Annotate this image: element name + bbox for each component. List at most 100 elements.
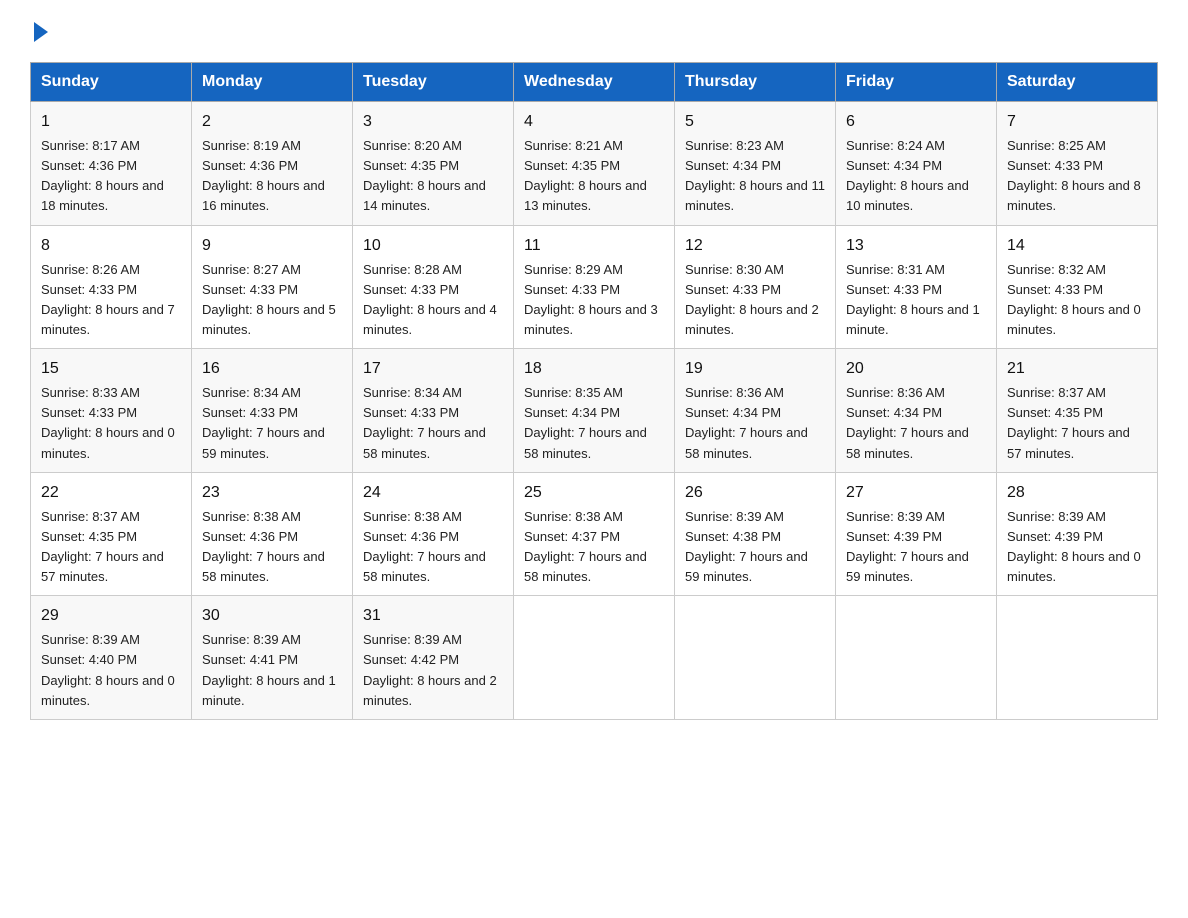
day-info: Sunrise: 8:23 AMSunset: 4:34 PMDaylight:…: [685, 136, 825, 217]
table-row: [514, 596, 675, 720]
day-number: 11: [524, 234, 664, 258]
table-row: 18Sunrise: 8:35 AMSunset: 4:34 PMDayligh…: [514, 349, 675, 473]
table-row: 29Sunrise: 8:39 AMSunset: 4:40 PMDayligh…: [31, 596, 192, 720]
day-number: 2: [202, 110, 342, 134]
day-number: 6: [846, 110, 986, 134]
table-row: 20Sunrise: 8:36 AMSunset: 4:34 PMDayligh…: [836, 349, 997, 473]
day-info: Sunrise: 8:39 AMSunset: 4:40 PMDaylight:…: [41, 630, 181, 711]
day-number: 22: [41, 481, 181, 505]
day-info: Sunrise: 8:36 AMSunset: 4:34 PMDaylight:…: [685, 383, 825, 464]
col-friday: Friday: [836, 63, 997, 102]
table-row: 12Sunrise: 8:30 AMSunset: 4:33 PMDayligh…: [675, 225, 836, 349]
table-row: 4Sunrise: 8:21 AMSunset: 4:35 PMDaylight…: [514, 102, 675, 226]
day-number: 30: [202, 604, 342, 628]
table-row: 13Sunrise: 8:31 AMSunset: 4:33 PMDayligh…: [836, 225, 997, 349]
day-info: Sunrise: 8:39 AMSunset: 4:42 PMDaylight:…: [363, 630, 503, 711]
table-row: 23Sunrise: 8:38 AMSunset: 4:36 PMDayligh…: [192, 472, 353, 596]
day-info: Sunrise: 8:39 AMSunset: 4:39 PMDaylight:…: [846, 507, 986, 588]
day-info: Sunrise: 8:24 AMSunset: 4:34 PMDaylight:…: [846, 136, 986, 217]
day-number: 15: [41, 357, 181, 381]
table-row: 30Sunrise: 8:39 AMSunset: 4:41 PMDayligh…: [192, 596, 353, 720]
day-info: Sunrise: 8:26 AMSunset: 4:33 PMDaylight:…: [41, 260, 181, 341]
logo: [30, 20, 50, 42]
day-number: 1: [41, 110, 181, 134]
day-number: 31: [363, 604, 503, 628]
day-number: 29: [41, 604, 181, 628]
table-row: 17Sunrise: 8:34 AMSunset: 4:33 PMDayligh…: [353, 349, 514, 473]
day-number: 21: [1007, 357, 1147, 381]
day-number: 23: [202, 481, 342, 505]
day-info: Sunrise: 8:30 AMSunset: 4:33 PMDaylight:…: [685, 260, 825, 341]
day-info: Sunrise: 8:38 AMSunset: 4:36 PMDaylight:…: [202, 507, 342, 588]
table-row: 26Sunrise: 8:39 AMSunset: 4:38 PMDayligh…: [675, 472, 836, 596]
day-info: Sunrise: 8:29 AMSunset: 4:33 PMDaylight:…: [524, 260, 664, 341]
calendar-table: Sunday Monday Tuesday Wednesday Thursday…: [30, 62, 1158, 720]
table-row: 28Sunrise: 8:39 AMSunset: 4:39 PMDayligh…: [997, 472, 1158, 596]
day-info: Sunrise: 8:37 AMSunset: 4:35 PMDaylight:…: [41, 507, 181, 588]
logo-triangle-icon: [34, 22, 48, 42]
day-number: 27: [846, 481, 986, 505]
day-number: 5: [685, 110, 825, 134]
day-number: 16: [202, 357, 342, 381]
day-info: Sunrise: 8:21 AMSunset: 4:35 PMDaylight:…: [524, 136, 664, 217]
day-number: 19: [685, 357, 825, 381]
day-number: 28: [1007, 481, 1147, 505]
table-row: 19Sunrise: 8:36 AMSunset: 4:34 PMDayligh…: [675, 349, 836, 473]
table-row: 1Sunrise: 8:17 AMSunset: 4:36 PMDaylight…: [31, 102, 192, 226]
col-wednesday: Wednesday: [514, 63, 675, 102]
table-row: 22Sunrise: 8:37 AMSunset: 4:35 PMDayligh…: [31, 472, 192, 596]
day-info: Sunrise: 8:27 AMSunset: 4:33 PMDaylight:…: [202, 260, 342, 341]
day-number: 8: [41, 234, 181, 258]
day-number: 3: [363, 110, 503, 134]
calendar-week-row: 1Sunrise: 8:17 AMSunset: 4:36 PMDaylight…: [31, 102, 1158, 226]
day-number: 9: [202, 234, 342, 258]
day-info: Sunrise: 8:34 AMSunset: 4:33 PMDaylight:…: [202, 383, 342, 464]
day-number: 24: [363, 481, 503, 505]
calendar-week-row: 22Sunrise: 8:37 AMSunset: 4:35 PMDayligh…: [31, 472, 1158, 596]
day-number: 26: [685, 481, 825, 505]
day-info: Sunrise: 8:25 AMSunset: 4:33 PMDaylight:…: [1007, 136, 1147, 217]
table-row: [997, 596, 1158, 720]
table-row: 2Sunrise: 8:19 AMSunset: 4:36 PMDaylight…: [192, 102, 353, 226]
day-number: 18: [524, 357, 664, 381]
day-info: Sunrise: 8:28 AMSunset: 4:33 PMDaylight:…: [363, 260, 503, 341]
table-row: 14Sunrise: 8:32 AMSunset: 4:33 PMDayligh…: [997, 225, 1158, 349]
table-row: 11Sunrise: 8:29 AMSunset: 4:33 PMDayligh…: [514, 225, 675, 349]
table-row: 8Sunrise: 8:26 AMSunset: 4:33 PMDaylight…: [31, 225, 192, 349]
day-info: Sunrise: 8:38 AMSunset: 4:37 PMDaylight:…: [524, 507, 664, 588]
day-number: 13: [846, 234, 986, 258]
col-thursday: Thursday: [675, 63, 836, 102]
day-number: 7: [1007, 110, 1147, 134]
table-row: 6Sunrise: 8:24 AMSunset: 4:34 PMDaylight…: [836, 102, 997, 226]
day-info: Sunrise: 8:32 AMSunset: 4:33 PMDaylight:…: [1007, 260, 1147, 341]
day-number: 4: [524, 110, 664, 134]
day-info: Sunrise: 8:39 AMSunset: 4:41 PMDaylight:…: [202, 630, 342, 711]
day-info: Sunrise: 8:20 AMSunset: 4:35 PMDaylight:…: [363, 136, 503, 217]
table-row: 24Sunrise: 8:38 AMSunset: 4:36 PMDayligh…: [353, 472, 514, 596]
calendar-week-row: 8Sunrise: 8:26 AMSunset: 4:33 PMDaylight…: [31, 225, 1158, 349]
col-sunday: Sunday: [31, 63, 192, 102]
day-info: Sunrise: 8:34 AMSunset: 4:33 PMDaylight:…: [363, 383, 503, 464]
table-row: 9Sunrise: 8:27 AMSunset: 4:33 PMDaylight…: [192, 225, 353, 349]
table-row: [675, 596, 836, 720]
day-info: Sunrise: 8:35 AMSunset: 4:34 PMDaylight:…: [524, 383, 664, 464]
day-info: Sunrise: 8:36 AMSunset: 4:34 PMDaylight:…: [846, 383, 986, 464]
table-row: 31Sunrise: 8:39 AMSunset: 4:42 PMDayligh…: [353, 596, 514, 720]
day-number: 17: [363, 357, 503, 381]
day-number: 20: [846, 357, 986, 381]
col-tuesday: Tuesday: [353, 63, 514, 102]
table-row: 7Sunrise: 8:25 AMSunset: 4:33 PMDaylight…: [997, 102, 1158, 226]
col-saturday: Saturday: [997, 63, 1158, 102]
day-info: Sunrise: 8:33 AMSunset: 4:33 PMDaylight:…: [41, 383, 181, 464]
day-info: Sunrise: 8:17 AMSunset: 4:36 PMDaylight:…: [41, 136, 181, 217]
table-row: 15Sunrise: 8:33 AMSunset: 4:33 PMDayligh…: [31, 349, 192, 473]
day-number: 10: [363, 234, 503, 258]
day-number: 12: [685, 234, 825, 258]
table-row: 16Sunrise: 8:34 AMSunset: 4:33 PMDayligh…: [192, 349, 353, 473]
table-row: 27Sunrise: 8:39 AMSunset: 4:39 PMDayligh…: [836, 472, 997, 596]
table-row: 21Sunrise: 8:37 AMSunset: 4:35 PMDayligh…: [997, 349, 1158, 473]
day-number: 25: [524, 481, 664, 505]
table-row: 10Sunrise: 8:28 AMSunset: 4:33 PMDayligh…: [353, 225, 514, 349]
day-info: Sunrise: 8:39 AMSunset: 4:39 PMDaylight:…: [1007, 507, 1147, 588]
table-row: 3Sunrise: 8:20 AMSunset: 4:35 PMDaylight…: [353, 102, 514, 226]
